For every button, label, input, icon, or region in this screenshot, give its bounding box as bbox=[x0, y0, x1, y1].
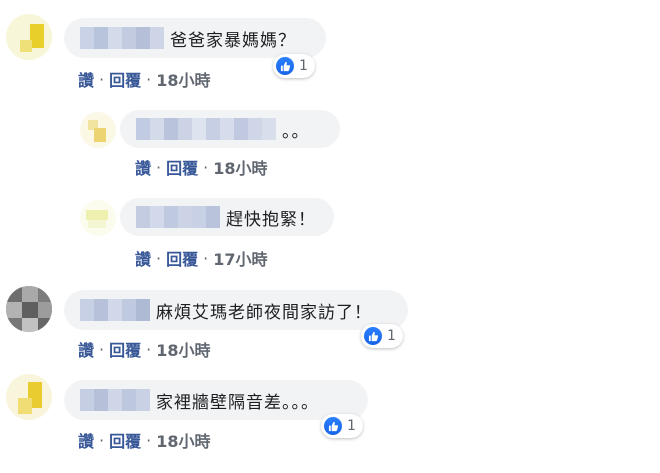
avatar-image bbox=[6, 286, 52, 332]
comment-text: 麻煩艾瑪老師夜間家訪了！ bbox=[156, 302, 372, 323]
blurred-username[interactable] bbox=[136, 118, 276, 140]
comment-bubble: 。。 bbox=[120, 110, 340, 148]
avatar[interactable] bbox=[80, 112, 116, 148]
timestamp[interactable]: 18小時 bbox=[156, 67, 210, 91]
blurred-username[interactable] bbox=[80, 389, 150, 411]
avatar[interactable] bbox=[6, 286, 52, 332]
like-link[interactable]: 讚 bbox=[78, 428, 94, 452]
timestamp[interactable]: 18小時 bbox=[156, 428, 210, 452]
separator: · bbox=[146, 339, 152, 359]
reaction-count[interactable]: 1 bbox=[273, 54, 315, 78]
comment-bubble: 麻煩艾瑪老師夜間家訪了！ bbox=[64, 290, 408, 330]
avatar[interactable] bbox=[80, 200, 116, 236]
separator: · bbox=[99, 339, 105, 359]
like-link[interactable]: 讚 bbox=[135, 246, 151, 270]
thumbs-up-icon bbox=[324, 417, 342, 435]
blurred-username[interactable] bbox=[136, 206, 220, 228]
like-link[interactable]: 讚 bbox=[135, 155, 151, 179]
blurred-username[interactable] bbox=[80, 27, 164, 49]
avatar-image bbox=[80, 200, 116, 236]
separator: · bbox=[146, 69, 152, 89]
comment-bubble: 趕快抱緊！ bbox=[120, 198, 334, 236]
separator: · bbox=[156, 157, 162, 177]
reply-link[interactable]: 回覆 bbox=[109, 337, 141, 361]
separator: · bbox=[146, 430, 152, 450]
comment-text: 爸爸家暴媽媽？ bbox=[170, 30, 296, 51]
comment-actions: 讚 · 回覆 · 18小時 bbox=[78, 337, 211, 361]
reply-link[interactable]: 回覆 bbox=[166, 155, 198, 179]
avatar[interactable] bbox=[6, 14, 52, 60]
comment-actions: 讚 · 回覆 · 18小時 bbox=[78, 428, 211, 452]
reply-link[interactable]: 回覆 bbox=[166, 246, 198, 270]
reply-link[interactable]: 回覆 bbox=[109, 428, 141, 452]
reaction-number: 1 bbox=[387, 328, 396, 344]
comment-text: 家裡牆壁隔音差。。。 bbox=[156, 392, 319, 413]
thumbs-up-icon bbox=[276, 57, 294, 75]
like-link[interactable]: 讚 bbox=[78, 337, 94, 361]
timestamp[interactable]: 17小時 bbox=[213, 246, 267, 270]
blurred-username[interactable] bbox=[80, 299, 150, 321]
separator: · bbox=[156, 248, 162, 268]
avatar-image bbox=[80, 112, 116, 148]
comment-actions: 讚 · 回覆 · 18小時 bbox=[135, 155, 268, 179]
reaction-count[interactable]: 1 bbox=[361, 324, 403, 348]
separator: · bbox=[99, 69, 105, 89]
comment-bubble: 爸爸家暴媽媽？ bbox=[64, 18, 326, 58]
timestamp[interactable]: 18小時 bbox=[156, 337, 210, 361]
comment-actions: 讚 · 回覆 · 17小時 bbox=[135, 246, 268, 270]
reaction-count[interactable]: 1 bbox=[321, 414, 363, 438]
reaction-number: 1 bbox=[299, 58, 308, 74]
comment-text: 趕快抱緊！ bbox=[226, 209, 316, 230]
like-link[interactable]: 讚 bbox=[78, 67, 94, 91]
comment-bubble: 家裡牆壁隔音差。。。 bbox=[64, 380, 368, 420]
avatar-image bbox=[6, 14, 52, 60]
separator: · bbox=[99, 430, 105, 450]
separator: · bbox=[203, 248, 209, 268]
timestamp[interactable]: 18小時 bbox=[213, 155, 267, 179]
avatar[interactable] bbox=[6, 374, 52, 420]
avatar-image bbox=[6, 374, 52, 420]
reply-link[interactable]: 回覆 bbox=[109, 67, 141, 91]
comment-text: 。。 bbox=[282, 121, 310, 142]
separator: · bbox=[203, 157, 209, 177]
thumbs-up-icon bbox=[364, 327, 382, 345]
comment-actions: 讚 · 回覆 · 18小時 bbox=[78, 67, 211, 91]
reaction-number: 1 bbox=[347, 418, 356, 434]
